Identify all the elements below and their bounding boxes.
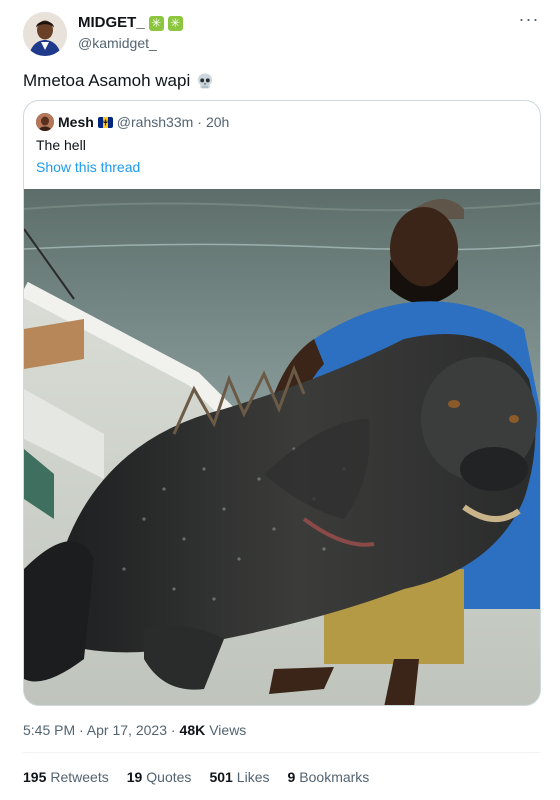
retweets-stat[interactable]: 195 Retweets (23, 768, 109, 786)
show-thread-link[interactable]: Show this thread (36, 158, 140, 176)
quoted-tweet-text: The hell (36, 137, 86, 153)
quotes-label: Quotes (146, 769, 192, 785)
quoted-author-avatar[interactable] (36, 113, 54, 131)
likes-count: 501 (209, 769, 233, 785)
bookmarks-stat[interactable]: 9 Bookmarks (287, 768, 369, 786)
skull-icon (198, 73, 213, 89)
retweets-count: 195 (23, 769, 47, 785)
quotes-count: 19 (126, 769, 143, 785)
separator-dot: · (197, 114, 202, 130)
tweet-text: Mmetoa Asamoh wapi (23, 70, 214, 92)
quoted-avatar-image (36, 113, 54, 131)
quoted-tweet-time[interactable]: 20h (206, 113, 229, 131)
author-handle[interactable]: @kamidget_ (78, 34, 157, 52)
engagement-stats: 195 Retweets 19 Quotes 501 Likes 9 Bookm… (23, 768, 369, 786)
author-name-row[interactable]: MIDGET_ (78, 14, 183, 32)
divider (23, 752, 540, 753)
author-avatar[interactable] (23, 12, 67, 56)
views-label: Views (209, 722, 247, 738)
quoted-author-name[interactable]: Mesh (58, 113, 94, 131)
more-options-icon[interactable]: ··· (518, 10, 540, 32)
views-count: 48K (179, 722, 206, 738)
avatar-image (23, 12, 67, 56)
quotes-stat[interactable]: 19 Quotes (127, 768, 192, 786)
bookmarks-label: Bookmarks (299, 769, 370, 785)
bookmarks-count: 9 (287, 769, 296, 785)
retweets-label: Retweets (50, 769, 109, 785)
sparkle-emoji-icon (167, 15, 183, 32)
tweet-meta: 5:45 PM · Apr 17, 2023 · 48K Views (23, 721, 246, 739)
tweet-timestamp[interactable]: 5:45 PM · Apr 17, 2023 · (23, 721, 176, 739)
sparkle-emoji-icon (148, 15, 164, 32)
author-display-name[interactable]: MIDGET_ (78, 14, 145, 32)
likes-stat[interactable]: 501 Likes (209, 768, 269, 786)
quoted-tweet-header: Mesh @rahsh33m · 20h (36, 113, 229, 131)
tweet-text-content: Mmetoa Asamoh wapi (23, 71, 191, 90)
quoted-tweet-card[interactable]: Mesh @rahsh33m · 20h The hell Show this … (23, 100, 541, 706)
barbados-flag-icon (97, 116, 113, 128)
tweet: MIDGET_ @kamidget_ ··· Mmetoa Asamoh wap… (0, 0, 560, 800)
quoted-tweet-photo[interactable] (24, 189, 541, 706)
likes-label: Likes (236, 769, 270, 785)
quoted-author-handle[interactable]: @rahsh33m (117, 113, 193, 131)
